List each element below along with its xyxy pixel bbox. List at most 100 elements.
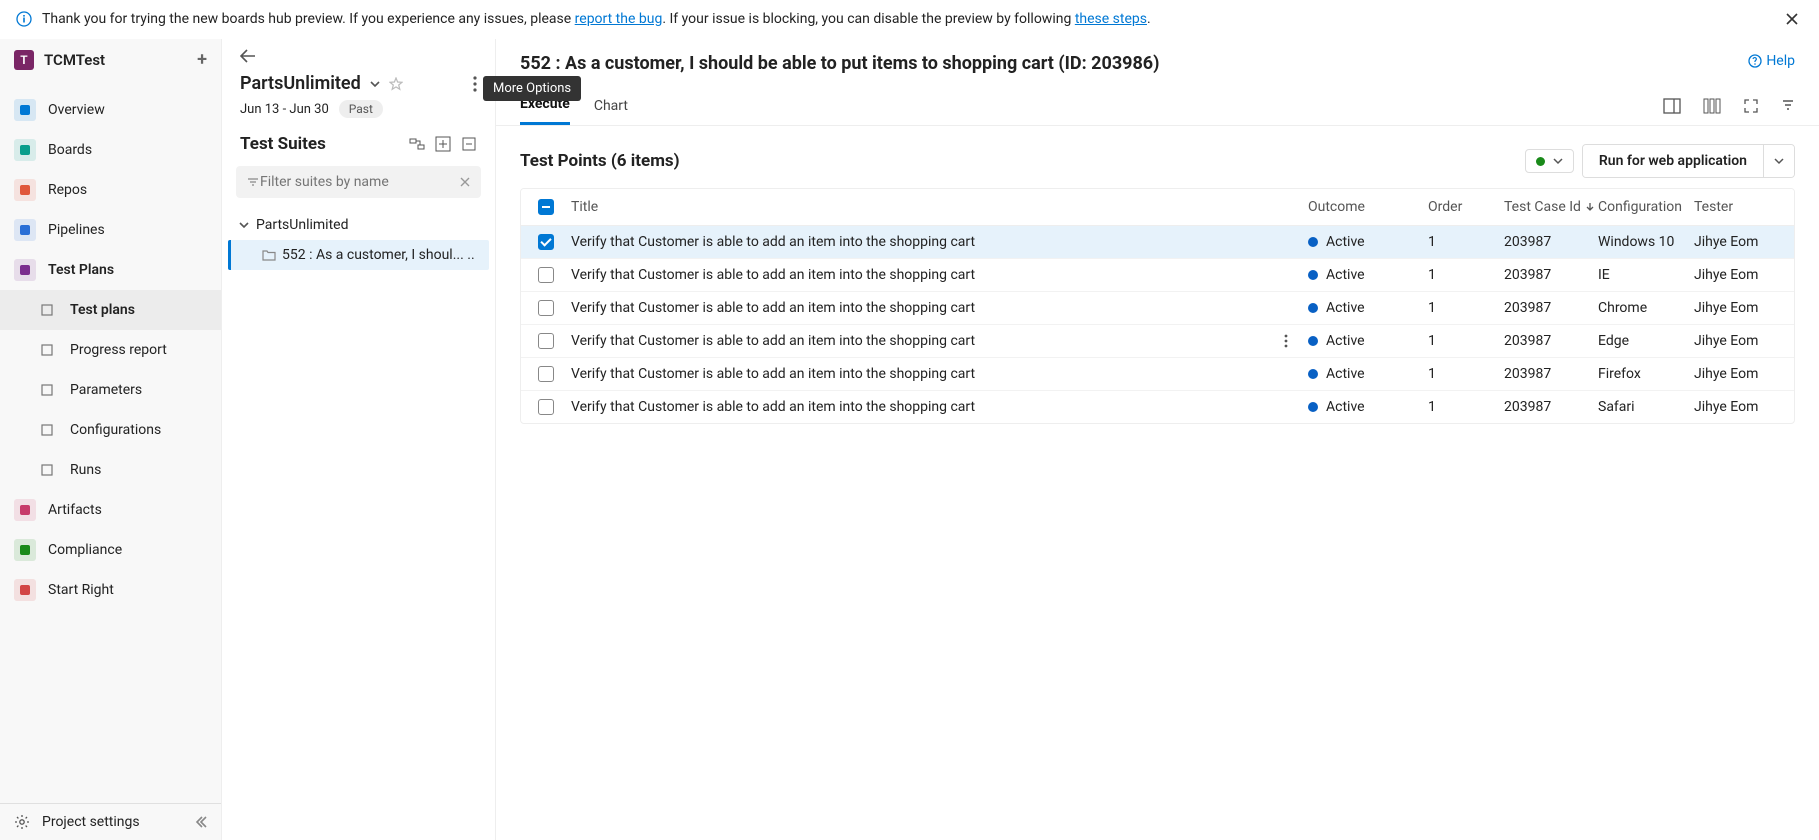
- test-plan-title[interactable]: PartsUnlimited: [240, 73, 361, 94]
- project-header[interactable]: T TCMTest +: [0, 39, 221, 80]
- run-dropdown-button[interactable]: [1763, 145, 1794, 177]
- nav-label: Start Right: [48, 582, 114, 598]
- select-all-checkbox[interactable]: [538, 199, 554, 215]
- chevron-down-icon: [238, 219, 250, 231]
- nav-item-pipelines[interactable]: Pipelines: [0, 210, 221, 250]
- expand-collapse-tree-button[interactable]: [409, 136, 425, 152]
- disable-steps-link[interactable]: these steps: [1075, 11, 1147, 27]
- row-more-button[interactable]: [1284, 334, 1288, 348]
- col-order[interactable]: Order: [1428, 199, 1504, 215]
- outcome-dot-icon: [1308, 336, 1318, 346]
- project-name: TCMTest: [44, 51, 105, 69]
- row-outcome: Active: [1326, 399, 1365, 415]
- outcome-dot-icon: [1308, 237, 1318, 247]
- column-options-button[interactable]: [1703, 98, 1721, 114]
- help-link[interactable]: Help: [1748, 53, 1795, 69]
- table-row[interactable]: Verify that Customer is able to add an i…: [521, 325, 1794, 358]
- nav-sub-label: Progress report: [70, 342, 167, 358]
- nav-icon: [14, 539, 36, 561]
- nav-label: Repos: [48, 182, 87, 198]
- col-outcome[interactable]: Outcome: [1308, 199, 1428, 215]
- clear-filter-button[interactable]: [459, 176, 471, 188]
- row-order: 1: [1428, 300, 1504, 316]
- project-settings-link[interactable]: Project settings: [0, 803, 221, 840]
- test-points-heading: Test Points (6 items): [520, 151, 1525, 171]
- row-title: Verify that Customer is able to add an i…: [571, 399, 975, 415]
- table-row[interactable]: Verify that Customer is able to add an i…: [521, 391, 1794, 423]
- back-button[interactable]: [240, 49, 256, 63]
- close-banner-button[interactable]: [1781, 8, 1803, 30]
- table-row[interactable]: Verify that Customer is able to add an i…: [521, 259, 1794, 292]
- filter-icon: [246, 175, 260, 189]
- row-config: Firefox: [1598, 366, 1694, 382]
- table-row[interactable]: Verify that Customer is able to add an i…: [521, 358, 1794, 391]
- row-tester: Jihye Eom: [1694, 300, 1794, 316]
- nav-item-artifacts[interactable]: Artifacts: [0, 490, 221, 530]
- project-badge: T: [14, 50, 34, 70]
- nav-sub-item-test-plans[interactable]: Test plans: [0, 290, 221, 330]
- row-checkbox[interactable]: [538, 333, 554, 349]
- nav-item-test-plans[interactable]: Test Plans: [0, 250, 221, 290]
- row-order: 1: [1428, 399, 1504, 415]
- nav-sub-label: Parameters: [70, 382, 142, 398]
- row-case: 203987: [1504, 366, 1598, 382]
- nav-sub-item-parameters[interactable]: Parameters: [0, 370, 221, 410]
- nav-item-boards[interactable]: Boards: [0, 130, 221, 170]
- row-checkbox[interactable]: [538, 300, 554, 316]
- row-checkbox[interactable]: [538, 366, 554, 382]
- row-title: Verify that Customer is able to add an i…: [571, 234, 975, 250]
- export-suite-button[interactable]: [461, 136, 477, 152]
- filter-pane-button[interactable]: [1781, 98, 1795, 114]
- nav-sub-icon: [36, 299, 58, 321]
- table-row[interactable]: Verify that Customer is able to add an i…: [521, 226, 1794, 259]
- add-suite-button[interactable]: [435, 136, 451, 152]
- add-project-button[interactable]: +: [197, 49, 207, 70]
- row-checkbox[interactable]: [538, 267, 554, 283]
- nav-item-overview[interactable]: Overview: [0, 90, 221, 130]
- help-icon: [1748, 54, 1762, 68]
- page-title: 552 : As a customer, I should be able to…: [520, 53, 1748, 74]
- row-config: Edge: [1598, 333, 1694, 349]
- test-suites-heading: Test Suites: [240, 134, 399, 154]
- row-outcome: Active: [1326, 234, 1365, 250]
- suite-tree-item[interactable]: 552 : As a customer, I shoul... ..: [228, 240, 489, 270]
- nav-icon: [14, 179, 36, 201]
- run-web-app-button[interactable]: Run for web application: [1583, 145, 1763, 177]
- nav-label: Boards: [48, 142, 92, 158]
- plan-dropdown-button[interactable]: [369, 78, 381, 90]
- collapse-nav-button[interactable]: [193, 815, 207, 829]
- col-test-case-id[interactable]: Test Case Id: [1504, 199, 1598, 215]
- outcome-filter-button[interactable]: [1525, 149, 1574, 173]
- iteration-status-badge: Past: [339, 100, 383, 118]
- filter-suites-input-wrapper[interactable]: [236, 166, 481, 198]
- report-bug-link[interactable]: report the bug: [575, 11, 663, 27]
- col-title[interactable]: Title: [571, 199, 1308, 215]
- tab-chart[interactable]: Chart: [594, 88, 628, 124]
- nav-sub-item-runs[interactable]: Runs: [0, 450, 221, 490]
- row-outcome: Active: [1326, 333, 1365, 349]
- col-configuration[interactable]: Configuration: [1598, 199, 1694, 215]
- row-tester: Jihye Eom: [1694, 333, 1794, 349]
- row-outcome: Active: [1326, 366, 1365, 382]
- row-title: Verify that Customer is able to add an i…: [571, 267, 975, 283]
- fullscreen-button[interactable]: [1743, 98, 1759, 114]
- nav-sub-item-configurations[interactable]: Configurations: [0, 410, 221, 450]
- nav-sub-icon: [36, 419, 58, 441]
- favorite-button[interactable]: [389, 77, 403, 91]
- view-layout-button[interactable]: [1663, 98, 1681, 114]
- suite-tree-root[interactable]: PartsUnlimited: [228, 210, 489, 240]
- row-checkbox[interactable]: [538, 399, 554, 415]
- nav-label: Compliance: [48, 542, 122, 558]
- more-options-button[interactable]: More Options: [473, 76, 477, 92]
- table-row[interactable]: Verify that Customer is able to add an i…: [521, 292, 1794, 325]
- nav-item-compliance[interactable]: Compliance: [0, 530, 221, 570]
- filter-suites-input[interactable]: [260, 174, 459, 190]
- row-checkbox[interactable]: [538, 234, 554, 250]
- nav-item-start-right[interactable]: Start Right: [0, 570, 221, 610]
- row-case: 203987: [1504, 267, 1598, 283]
- nav-icon: [14, 99, 36, 121]
- row-outcome: Active: [1326, 267, 1365, 283]
- nav-item-repos[interactable]: Repos: [0, 170, 221, 210]
- nav-sub-item-progress-report[interactable]: Progress report: [0, 330, 221, 370]
- col-tester[interactable]: Tester: [1694, 199, 1794, 215]
